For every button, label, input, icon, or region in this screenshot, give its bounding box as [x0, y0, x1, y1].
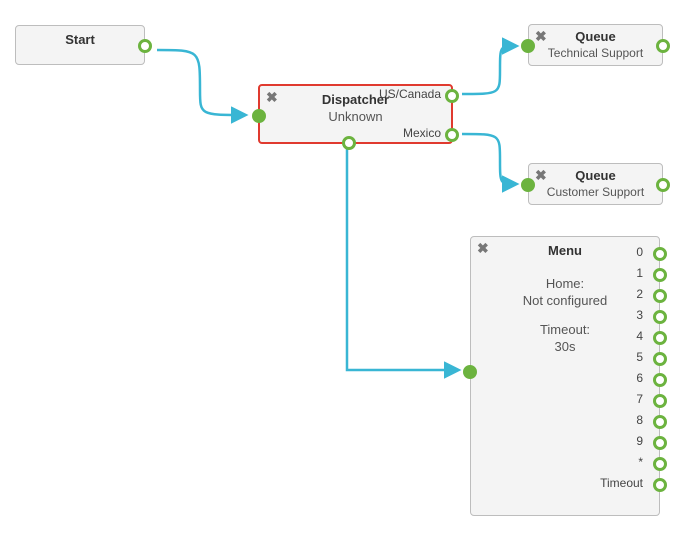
menu-opt-label-4: 4 — [636, 329, 643, 343]
menu-timeout-value: 30s — [471, 339, 659, 354]
menu-opt-label-6: 6 — [636, 371, 643, 385]
menu-opt-label-7: 7 — [636, 392, 643, 406]
close-icon[interactable]: ✖ — [535, 29, 547, 43]
menu-opt-label-timeout: Timeout — [600, 476, 643, 490]
port-menu-1[interactable] — [653, 268, 667, 282]
node-queue-customer-title: Queue — [529, 168, 662, 183]
node-menu-title: Menu — [471, 243, 659, 258]
port-menu-2[interactable] — [653, 289, 667, 303]
menu-home-value: Not configured — [471, 293, 659, 308]
port-menu-9[interactable] — [653, 436, 667, 450]
port-menu-8[interactable] — [653, 415, 667, 429]
port-menu-5[interactable] — [653, 352, 667, 366]
port-dispatcher-uscanada[interactable] — [445, 89, 459, 103]
node-queue-customer-sub: Customer Support — [529, 185, 662, 199]
node-queue-technical-sub: Technical Support — [529, 46, 662, 60]
close-icon[interactable]: ✖ — [535, 168, 547, 182]
port-menu-0[interactable] — [653, 247, 667, 261]
menu-opt-label-1: 1 — [636, 266, 643, 280]
port-queue1-out[interactable] — [656, 39, 670, 53]
menu-opt-label-2: 2 — [636, 287, 643, 301]
menu-opt-label-0: 0 — [636, 245, 643, 259]
close-icon[interactable]: ✖ — [477, 241, 489, 255]
port-menu-3[interactable] — [653, 310, 667, 324]
node-start[interactable]: Start — [15, 25, 145, 65]
node-queue-customer[interactable]: ✖ Queue Customer Support — [528, 163, 663, 205]
port-label-uscanada: US/Canada — [379, 87, 441, 101]
port-menu-7[interactable] — [653, 394, 667, 408]
port-menu-4[interactable] — [653, 331, 667, 345]
port-dispatcher-mexico[interactable] — [445, 128, 459, 142]
port-menu-star[interactable] — [653, 457, 667, 471]
port-menu-in[interactable] — [463, 365, 477, 379]
port-queue1-in[interactable] — [521, 39, 535, 53]
menu-home-label: Home: — [471, 276, 659, 291]
menu-opt-label-star: * — [638, 455, 643, 469]
node-queue-technical-title: Queue — [529, 29, 662, 44]
port-start-out[interactable] — [138, 39, 152, 53]
node-menu[interactable]: ✖ Menu Home: Not configured Timeout: 30s… — [470, 236, 660, 516]
node-dispatcher[interactable]: ✖ Dispatcher Unknown US/Canada Mexico — [258, 84, 453, 144]
port-menu-timeout[interactable] — [653, 478, 667, 492]
port-label-mexico: Mexico — [403, 126, 441, 140]
port-queue2-out[interactable] — [656, 178, 670, 192]
port-dispatcher-unknown[interactable] — [342, 136, 356, 150]
port-queue2-in[interactable] — [521, 178, 535, 192]
port-menu-6[interactable] — [653, 373, 667, 387]
node-start-title: Start — [16, 32, 144, 47]
menu-opt-label-5: 5 — [636, 350, 643, 364]
node-dispatcher-subtitle: Unknown — [260, 109, 451, 124]
menu-opt-label-8: 8 — [636, 413, 643, 427]
port-dispatcher-in[interactable] — [252, 109, 266, 123]
menu-timeout-label: Timeout: — [471, 322, 659, 337]
node-queue-technical[interactable]: ✖ Queue Technical Support — [528, 24, 663, 66]
menu-opt-label-9: 9 — [636, 434, 643, 448]
close-icon[interactable]: ✖ — [266, 90, 278, 104]
menu-opt-label-3: 3 — [636, 308, 643, 322]
